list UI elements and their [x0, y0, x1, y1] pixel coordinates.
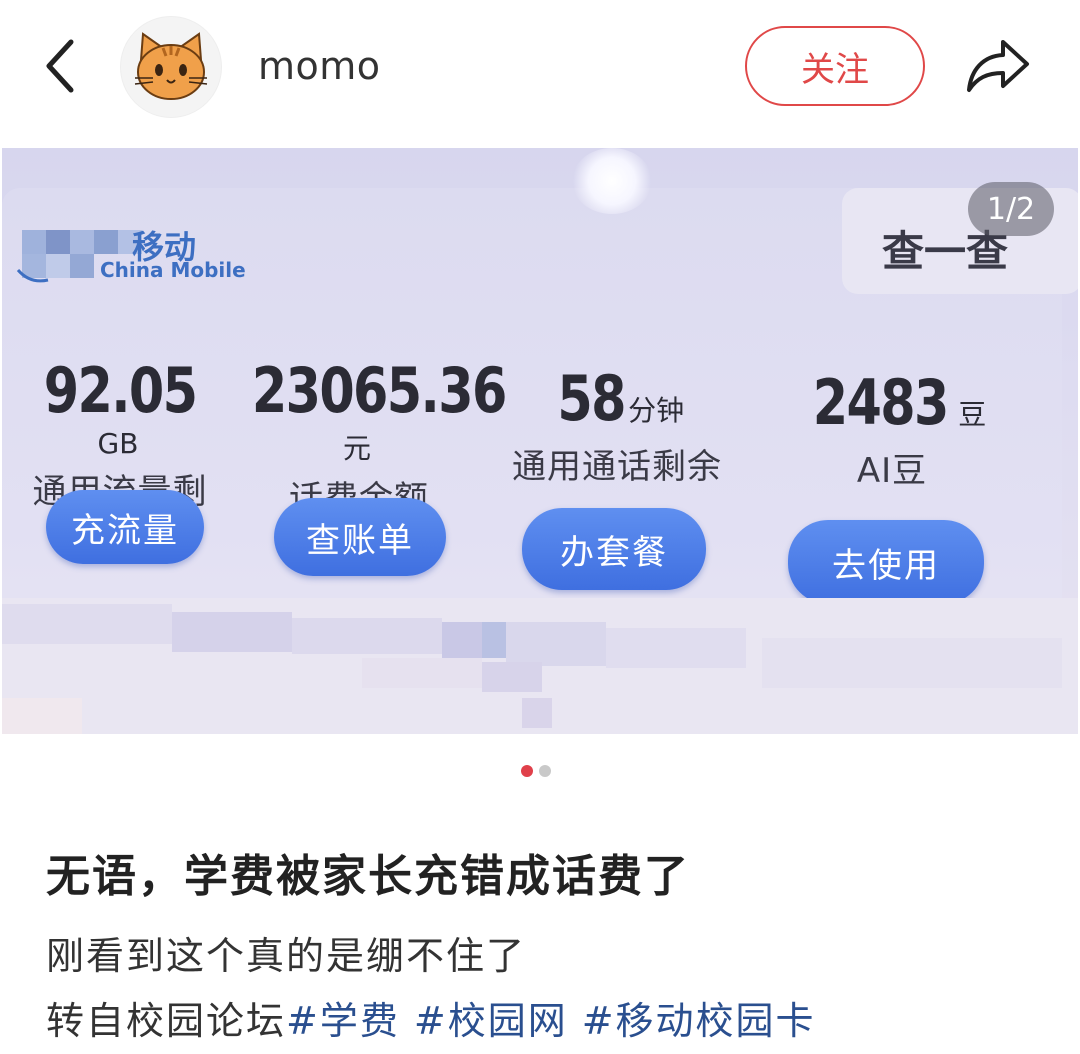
- carrier-logo-subtext: China Mobile: [100, 258, 246, 282]
- hashtag-tuition[interactable]: #学费: [286, 990, 400, 1045]
- back-button[interactable]: [30, 34, 90, 98]
- hashtag-campus-network[interactable]: #校园网: [414, 990, 568, 1045]
- post-source-line: 转自校园论坛 #学费 #校园网 #移动校园卡: [46, 990, 816, 1045]
- stat-balance: 23065.36元 话费余额: [224, 354, 507, 520]
- carousel-dot[interactable]: [539, 765, 551, 777]
- carousel-indicator: [521, 765, 551, 777]
- stat-label: AI豆: [856, 451, 928, 491]
- stat-value: 92.05: [43, 354, 198, 427]
- top-bar: momo 关注: [0, 0, 1080, 140]
- cat-face-icon: [134, 32, 208, 100]
- recharge-data-button[interactable]: 充流量: [46, 490, 204, 564]
- post-title: 无语，学费被家长充错成话费了: [46, 851, 690, 902]
- pixelated-region: [2, 598, 1078, 734]
- use-beans-button[interactable]: 去使用: [788, 520, 984, 604]
- plan-button[interactable]: 办套餐: [522, 508, 706, 590]
- post-source-text: 转自校园论坛: [46, 999, 287, 1043]
- stat-value: 2483: [812, 366, 950, 439]
- chevron-left-icon: [46, 39, 74, 93]
- post-body: 刚看到这个真的是绷不住了: [46, 934, 527, 978]
- stat-value: 58: [557, 362, 626, 435]
- share-button[interactable]: [962, 34, 1034, 98]
- avatar[interactable]: [120, 16, 222, 118]
- tag-spacer: [568, 990, 582, 1045]
- tag-spacer: [400, 990, 414, 1045]
- share-icon: [967, 40, 1029, 92]
- view-bill-button[interactable]: 查账单: [274, 498, 446, 576]
- stat-value: 23065.36: [251, 354, 507, 427]
- carousel-dot-active[interactable]: [521, 765, 533, 777]
- stat-label: 通用通话剩余: [512, 447, 722, 487]
- image-pager-badge: 1/2: [968, 182, 1054, 236]
- follow-button[interactable]: 关注: [745, 26, 925, 106]
- stat-minutes-remaining: 58 分钟 通用通话剩余: [502, 362, 732, 488]
- stat-unit: 豆: [958, 398, 987, 431]
- post-photo[interactable]: 移动 China Mobile 查一查 1/2 92.05GB 通用流量剩余 2…: [2, 148, 1078, 734]
- stat-ai-beans: 2483 豆 AI豆: [792, 366, 992, 492]
- hashtag-campus-card[interactable]: #移动校园卡: [582, 990, 816, 1045]
- username[interactable]: momo: [258, 44, 381, 88]
- light-glare: [572, 148, 652, 214]
- stat-unit: 分钟: [628, 394, 685, 427]
- stat-unit: 元: [342, 432, 371, 465]
- stat-unit: GB: [97, 427, 139, 460]
